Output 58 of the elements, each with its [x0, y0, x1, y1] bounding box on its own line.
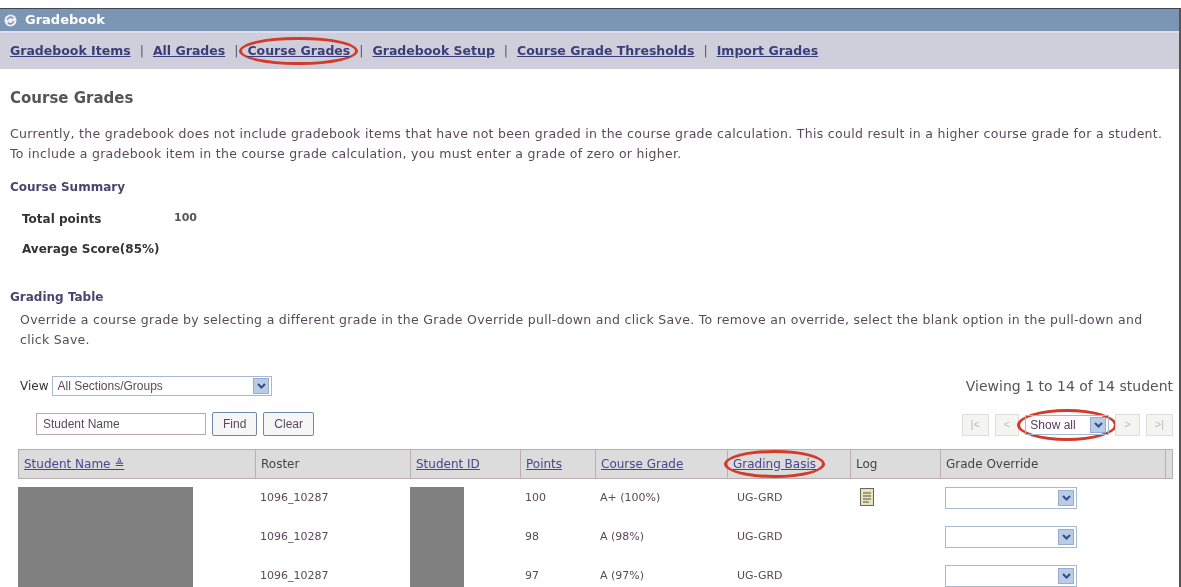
column-header: Grade Override	[945, 455, 1040, 473]
table-cell: UG-GRD	[737, 568, 783, 582]
section-title: Course Summary	[10, 178, 126, 196]
summary-value: 100	[174, 209, 197, 226]
nav-separator: |	[703, 41, 708, 60]
redaction-block	[410, 556, 464, 587]
table-cell: 1096_10287	[260, 568, 329, 582]
redaction-block	[410, 486, 464, 518]
column-header[interactable]: Course Grade	[592, 449, 693, 478]
grade-override-dropdown[interactable]	[945, 526, 1077, 548]
caret-icon	[1090, 416, 1107, 433]
find-button[interactable]: Find	[212, 411, 258, 436]
table-cell: A (97%)	[600, 568, 645, 582]
nav-link[interactable]: All Grades	[144, 36, 234, 66]
table-cell: 1096_10287	[260, 529, 329, 543]
nav-link[interactable]: Course Grades	[239, 36, 359, 66]
nav-separator: |	[234, 41, 239, 60]
table-cell: 1096_10287	[260, 490, 329, 504]
clear-button[interactable]: Clear	[263, 411, 315, 436]
search-field[interactable]: Student Name	[36, 412, 206, 435]
page-heading: Course Grades	[10, 88, 135, 109]
column-header[interactable]: Student ID	[407, 449, 489, 478]
column-header: Roster	[260, 455, 301, 473]
nav-separator: |	[503, 41, 509, 60]
column-header: Log	[855, 455, 879, 473]
log-icon[interactable]	[860, 488, 874, 506]
nav-link[interactable]: Gradebook Items	[2, 36, 139, 66]
caret-icon	[1058, 529, 1074, 545]
window-title: Gradebook	[25, 11, 105, 30]
nav-link[interactable]: Import Grades	[708, 36, 827, 66]
instructions-text: Override a course grade by selecting a different grade in the Grade Override pull-down and click Save. To remove an override, select the blank option in the pull-down and click Save.	[20, 310, 1144, 349]
column-header[interactable]: Student Name ≜	[15, 449, 134, 478]
table-cell: UG-GRD	[737, 490, 783, 504]
view-dropdown[interactable]: All Sections/Groups	[52, 375, 273, 396]
column-header[interactable]: Grading Basis	[724, 449, 825, 478]
nav-separator: |	[139, 41, 144, 60]
summary-label: Total points	[22, 210, 103, 228]
table-cell: UG-GRD	[737, 529, 783, 543]
view-label: View	[20, 377, 49, 395]
table-cell: 97	[525, 568, 539, 582]
summary-label: Average Score(85%)	[22, 240, 161, 258]
tool-icon	[4, 13, 17, 27]
intro-text: Currently, the gradebook does not include gradebook items that have not been graded in the course grade calculation. This could result in a higher course grade for a student. To include a gradebook item in the course grade calculation, you must enter a grade of zero or higher.	[10, 124, 1164, 163]
section-title: Grading Table	[10, 288, 105, 306]
table-cell: A (98%)	[600, 529, 645, 543]
grade-override-dropdown[interactable]	[945, 487, 1077, 509]
nav-link[interactable]: Course Grade Thresholds	[509, 36, 703, 66]
column-header[interactable]: Points	[517, 449, 572, 478]
table-cell: A+ (100%)	[600, 490, 661, 504]
grade-override-dropdown[interactable]	[945, 565, 1077, 587]
caret-icon	[1058, 490, 1074, 506]
viewing-count: Viewing 1 to 14 of 14 student	[965, 376, 1173, 396]
table-cell: 98	[525, 529, 539, 543]
caret-icon	[1058, 568, 1074, 584]
table-cell: 100	[525, 490, 546, 504]
nav-link[interactable]: Gradebook Setup	[364, 36, 503, 66]
caret-icon	[253, 377, 270, 394]
nav-separator: |	[359, 41, 364, 60]
